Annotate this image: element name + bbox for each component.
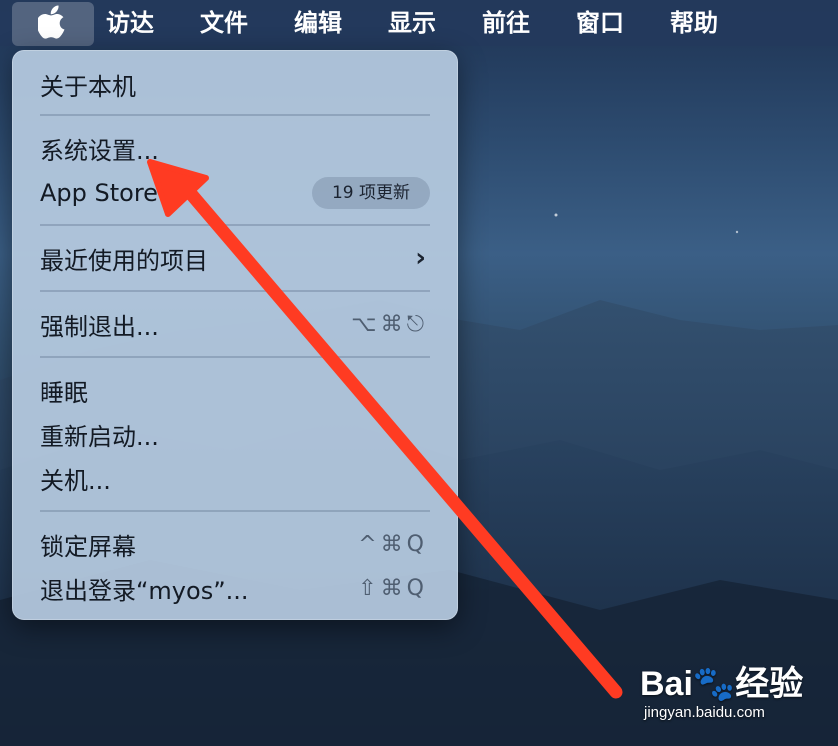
baidu-jingyan-watermark: Bai🐾经验 jingyan.baidu.com [640,650,820,730]
menu-item-shutdown[interactable]: 关机... [12,456,458,500]
menu-bar: 访达 文件 编辑 显示 前往 窗口 帮助 [0,0,838,46]
watermark-url: jingyan.baidu.com [644,704,765,721]
menu-item-label: 关于本机 [40,72,136,101]
keyboard-shortcut: ^⌘Q [358,531,428,557]
menu-item-sleep[interactable]: 睡眠 [12,368,458,412]
menubar-item-window[interactable]: 窗口 [576,6,624,40]
apple-dropdown-menu: 关于本机 系统设置... App Store 19 项更新 最近使用的项目 › … [12,50,458,620]
menubar-item-file[interactable]: 文件 [200,6,248,40]
menu-item-label: 强制退出... [40,312,159,341]
menu-item-restart[interactable]: 重新启动... [12,412,458,456]
menu-separator [40,290,430,292]
keyboard-shortcut: ⌥⌘⎋ [351,311,428,337]
menu-item-label: 最近使用的项目 [40,246,208,275]
apple-logo-icon [36,5,68,43]
menu-item-label: 锁定屏幕 [40,532,136,561]
menu-item-label: 系统设置... [40,136,159,165]
menu-item-label: 重新启动... [40,422,159,451]
chevron-right-icon: › [415,243,426,273]
apple-menu-button[interactable] [12,2,94,46]
update-count-badge: 19 项更新 [311,177,430,209]
menu-item-lock-screen[interactable]: 锁定屏幕 ^⌘Q [12,522,458,566]
menubar-item-help[interactable]: 帮助 [670,6,718,40]
menu-item-label: 关机... [40,466,111,495]
menubar-item-go[interactable]: 前往 [482,6,530,40]
menu-separator [40,510,430,512]
menubar-item-view[interactable]: 显示 [388,6,436,40]
menubar-item-finder[interactable]: 访达 [106,6,154,40]
menu-item-recent-items[interactable]: 最近使用的项目 › [12,236,458,280]
menu-separator [40,356,430,358]
menu-item-label: 睡眠 [40,378,88,407]
watermark-logo: Bai🐾经验 [640,665,804,703]
menu-item-about[interactable]: 关于本机 [12,62,458,106]
menu-item-system-settings[interactable]: 系统设置... [12,126,458,170]
menu-item-label: App Store [40,179,158,207]
menu-item-logout[interactable]: 退出登录“myos”... ⇧⌘Q [12,566,458,610]
keyboard-shortcut: ⇧⌘Q [358,575,428,601]
menubar-item-edit[interactable]: 编辑 [294,6,342,40]
menu-item-force-quit[interactable]: 强制退出... ⌥⌘⎋ [12,302,458,346]
menu-item-app-store[interactable]: App Store 19 项更新 [12,171,458,215]
menu-item-label: 退出登录“myos”... [40,576,249,605]
menu-separator [40,114,430,116]
menu-separator [40,224,430,226]
